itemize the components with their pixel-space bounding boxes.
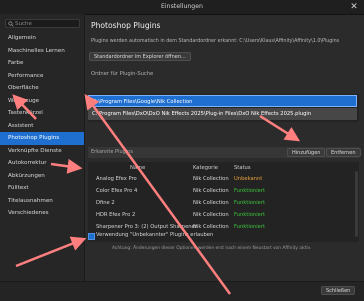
title-bar: Einstellungen ✕: [0, 0, 364, 15]
column-header-category[interactable]: Kategorie: [193, 165, 218, 171]
add-folder-button[interactable]: Hinzufügen: [287, 148, 326, 157]
sidebar-item[interactable]: Verknüpfte Dienste: [0, 145, 84, 158]
search-input[interactable]: [15, 20, 77, 27]
table-row[interactable]: Color Efex Pro 4 Nik Collection Funktionie…: [88, 186, 359, 197]
sidebar-item[interactable]: Werkzeuge: [0, 95, 84, 108]
allow-unknown-label: Verwendung "Unbekannter" Plugins erlaube…: [96, 232, 214, 238]
sidebar-item[interactable]: Fülltext: [0, 182, 84, 195]
table-scrollbar[interactable]: [355, 171, 358, 237]
close-icon[interactable]: ✕: [348, 1, 360, 13]
folder-item[interactable]: C:\Program Files\DxO\DxO Nik Effects 202…: [88, 108, 357, 120]
sidebar-nav: Allgemein Maschinelles Lernen Farbe Perform…: [0, 32, 84, 220]
plugins-panel: Photoshop Plugins Plugins werden automat…: [85, 14, 364, 300]
plugins-table: Name Kategorie Status Analog Efex Pro Nik…: [88, 162, 359, 242]
plugin-category: Nik Collection: [193, 200, 229, 206]
search-icon: [8, 21, 14, 27]
folder-label: Ordner für Plugin-Suche: [91, 71, 154, 77]
plugin-status: Funktioniert: [234, 224, 266, 230]
allow-unknown-checkbox[interactable]: [88, 233, 95, 240]
column-header-status[interactable]: Status: [234, 165, 251, 171]
table-row[interactable]: Analog Efex Pro Nik Collection Unbekannt: [88, 174, 359, 185]
folder-item[interactable]: C:\Program Files\Google\Nik Collection: [88, 95, 357, 107]
sidebar-item[interactable]: Abkürzungen: [0, 170, 84, 183]
open-default-folder-button[interactable]: Standardordner im Explorer öffnen...: [89, 52, 191, 61]
bottom-bar: Schließen: [0, 281, 364, 301]
table-row[interactable]: Dfine 2 Nik Collection Funktioniert: [88, 198, 359, 209]
close-button[interactable]: Schließen: [321, 286, 356, 295]
sidebar-item[interactable]: Autokorrektur: [0, 157, 84, 170]
sidebar-item[interactable]: Oberfläche: [0, 82, 84, 95]
sidebar-item[interactable]: Photoshop Plugins: [0, 132, 84, 145]
restart-warning: Achtung: Änderungen dieser Optionen werd…: [112, 246, 312, 251]
sidebar-item[interactable]: Farbe: [0, 57, 84, 70]
plugin-status: Funktioniert: [234, 200, 266, 206]
search-box[interactable]: [5, 19, 80, 28]
plugin-name: Color Efex Pro 4: [96, 188, 138, 194]
plugin-info-text: Plugins werden automatisch in dem Standa…: [91, 39, 340, 44]
plugins-label: Erkannte Plugins: [91, 149, 133, 155]
plugin-status: Funktioniert: [234, 188, 266, 194]
table-header: Name Kategorie Status: [88, 165, 359, 172]
plugins-header: Erkannte Plugins Hinzufügen Entfernen: [88, 147, 361, 158]
plugin-category: Nik Collection: [193, 188, 229, 194]
folder-list: C:\Program Files\Google\Nik Collection C…: [88, 94, 359, 122]
sidebar-item[interactable]: Titelausnahmen: [0, 195, 84, 208]
column-header-name[interactable]: Name: [130, 165, 145, 171]
sidebar-item[interactable]: Maschinelles Lernen: [0, 45, 84, 58]
sidebar: AllgemeinMaschinelles LernenFarbePerform…: [0, 14, 85, 300]
plugin-name: HDR Efex Pro 2: [96, 212, 136, 218]
plugin-category: Nik Collection: [193, 212, 229, 218]
plugin-category: Nik Collection: [193, 176, 229, 182]
plugin-name: Analog Efex Pro: [96, 176, 137, 182]
sidebar-item[interactable]: Allgemein: [0, 32, 84, 45]
table-row[interactable]: HDR Efex Pro 2 Nik Collection Funktioniert: [88, 210, 359, 221]
sidebar-item[interactable]: Verschiedenes: [0, 207, 84, 220]
plugin-status: Unbekannt: [234, 176, 263, 182]
window-title: Einstellungen: [161, 3, 203, 10]
plugin-name: Dfine 2: [96, 200, 115, 206]
plugin-status: Funktioniert: [234, 212, 266, 218]
sidebar-item[interactable]: Assistent: [0, 120, 84, 133]
remove-folder-button[interactable]: Entfernen: [326, 148, 361, 157]
page-title: Photoshop Plugins: [91, 21, 161, 30]
sidebar-item[interactable]: Tastenkürzel: [0, 107, 84, 120]
sidebar-item[interactable]: Performance: [0, 70, 84, 83]
